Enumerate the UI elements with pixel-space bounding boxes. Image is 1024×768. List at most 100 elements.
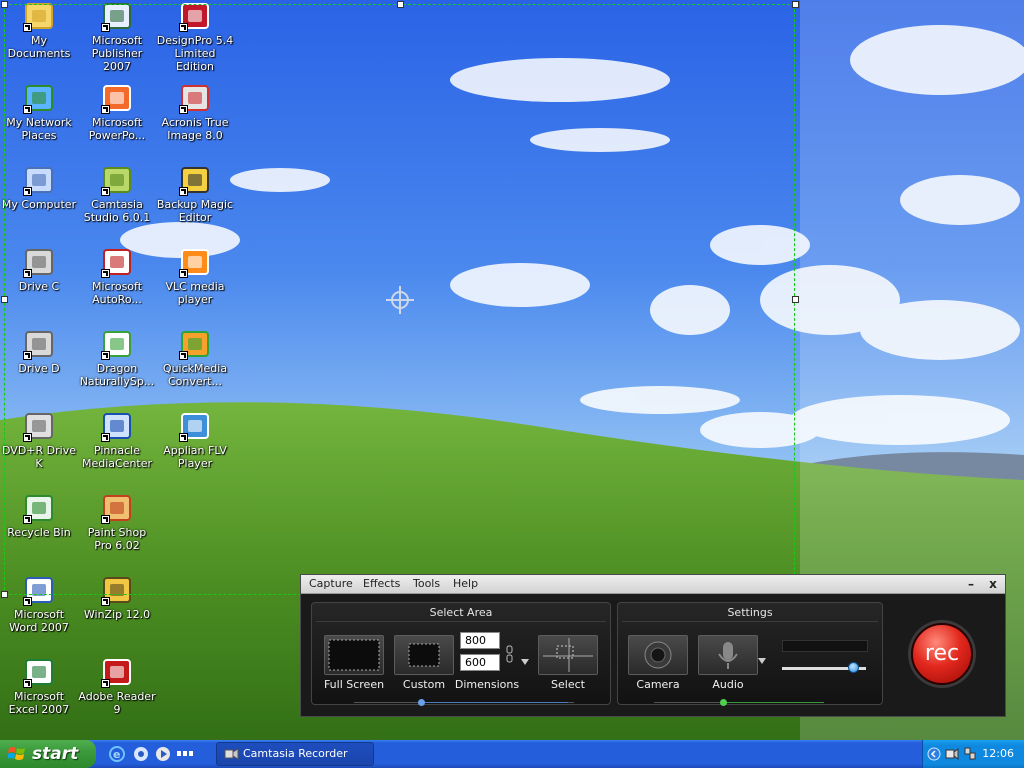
backup-icon (179, 164, 211, 196)
desktop-icon-label: My Documents (7, 34, 71, 60)
desktop-icon[interactable]: Backup Magic Editor (156, 164, 234, 242)
desktop-icon[interactable]: VLC media player (156, 246, 234, 324)
camera-label: Camera (636, 678, 680, 691)
tray-camtasia-icon[interactable] (945, 747, 959, 761)
desktop-icon-label: Microsoft PowerPo... (88, 116, 146, 142)
desktop-icon[interactable]: Microsoft Word 2007 (0, 574, 78, 652)
desktop-icon[interactable]: Microsoft Excel 2007 (0, 656, 78, 734)
resize-handle-right[interactable] (792, 296, 799, 303)
resize-handle-top-right[interactable] (792, 1, 799, 8)
custom-button[interactable]: Custom (394, 635, 454, 691)
resize-handle-top[interactable] (397, 1, 404, 8)
internet-explorer-icon[interactable]: e (108, 745, 126, 763)
move-crosshair-icon[interactable] (386, 286, 414, 314)
resize-handle-bottom-left[interactable] (1, 591, 8, 598)
desktop-icon-label: Acronis True Image 8.0 (161, 116, 229, 142)
desktop-icon[interactable]: Acronis True Image 8.0 (156, 82, 234, 160)
tray-clock[interactable]: 12:06 (982, 740, 1014, 768)
select-area-dot[interactable] (418, 699, 425, 706)
taskbar-camtasia-recorder[interactable]: Camtasia Recorder (216, 742, 374, 766)
audio-label: Audio (712, 678, 744, 691)
desktop-icon[interactable]: My Network Places (0, 82, 78, 160)
select-label: Select (551, 678, 585, 691)
shortcut-arrow-icon (101, 597, 110, 606)
desktop-icon[interactable]: Drive C (0, 246, 78, 324)
desktop-icon[interactable]: Paint Shop Pro 6.02 (78, 492, 156, 570)
shortcut-arrow-icon (179, 105, 188, 114)
desktop-icon[interactable]: Dragon NaturallySp... (78, 328, 156, 406)
paintshop-icon (101, 492, 133, 524)
custom-icon (394, 635, 454, 675)
audio-volume-knob[interactable] (848, 662, 860, 673)
shortcut-arrow-icon (23, 187, 32, 196)
desktop-icon[interactable]: Camtasia Studio 6.0.1 (78, 164, 156, 242)
dimensions-label: Dimensions (454, 678, 520, 691)
shortcut-arrow-icon (23, 597, 32, 606)
shortcut-arrow-icon (179, 187, 188, 196)
minimize-button[interactable]: – (963, 575, 979, 593)
audio-dropdown-icon[interactable] (758, 658, 766, 664)
record-button[interactable]: rec (911, 623, 973, 685)
quickmedia-icon (179, 328, 211, 360)
height-input[interactable] (460, 654, 500, 671)
adobe-reader-icon (101, 656, 133, 688)
taskbar-button-label: Camtasia Recorder (243, 747, 348, 760)
desktop-icon[interactable]: Microsoft Publisher 2007 (78, 0, 156, 78)
audio-volume-slider[interactable] (782, 662, 866, 673)
desktop-icon[interactable]: My Documents (0, 0, 78, 78)
desktop-icon[interactable]: Pinnacle MediaCenter (78, 410, 156, 488)
desktop-icon[interactable]: Microsoft PowerPo... (78, 82, 156, 160)
menu-help[interactable]: Help (447, 577, 484, 590)
desktop-icon[interactable]: Microsoft AutoRo... (78, 246, 156, 324)
windows-logo-icon (8, 747, 25, 760)
desktop-icon-label: Drive C (18, 280, 60, 293)
dimensions-dropdown-icon[interactable] (521, 659, 529, 665)
audio-level-meter (782, 640, 868, 652)
audio-button[interactable]: Audio (698, 635, 758, 691)
desktop-icon[interactable]: My Computer (0, 164, 78, 242)
webcam-icon (644, 641, 672, 669)
bbc-icon[interactable] (176, 745, 194, 763)
start-button[interactable]: start (0, 740, 96, 768)
shortcut-arrow-icon (179, 433, 188, 442)
winzip-icon (101, 574, 133, 606)
select-area-track-active (422, 702, 568, 703)
tray-arrow-icon[interactable] (927, 747, 941, 761)
media-player-icon[interactable] (154, 745, 172, 763)
desktop-icon-label: Adobe Reader 9 (78, 690, 156, 716)
select-button[interactable]: Select (538, 635, 598, 691)
width-input[interactable] (460, 632, 500, 649)
menu-tools[interactable]: Tools (407, 577, 446, 590)
desktop-icon[interactable]: QuickMedia Convert... (156, 328, 234, 406)
resize-handle-top-left[interactable] (1, 1, 8, 8)
desktop-icon[interactable]: WinZip 12.0 (78, 574, 156, 652)
tray-network-icon[interactable] (963, 747, 977, 761)
word-icon (23, 574, 55, 606)
menu-capture[interactable]: Capture (303, 577, 359, 590)
svg-text:e: e (113, 748, 120, 761)
desktop-icon[interactable]: Adobe Reader 9 (78, 656, 156, 734)
shortcut-arrow-icon (179, 23, 188, 32)
desktop-icon-label: Microsoft Word 2007 (9, 608, 69, 634)
desktop-icon-label: Microsoft Publisher 2007 (91, 34, 143, 73)
taskbar: start e Camtasia Recorder 12:06 (0, 740, 1024, 768)
close-button[interactable]: x (985, 575, 1001, 593)
desktop-icon-label: My Network Places (6, 116, 72, 142)
desktop-icon[interactable]: Drive D (0, 328, 78, 406)
settings-dot[interactable] (720, 699, 727, 706)
settings-title: Settings (727, 606, 773, 619)
full-screen-button[interactable]: Full Screen (324, 635, 384, 691)
acronis-icon (179, 82, 211, 114)
desktop-icon[interactable]: Recycle Bin (0, 492, 78, 570)
media-center-icon[interactable] (132, 745, 150, 763)
desktop-icon[interactable]: DVD+R Drive K (0, 410, 78, 488)
camera-button[interactable]: Camera (628, 635, 688, 691)
pinnacle-icon (101, 410, 133, 442)
resize-handle-left[interactable] (1, 296, 8, 303)
desktop-icon[interactable]: Applian FLV Player (156, 410, 234, 488)
shortcut-arrow-icon (101, 515, 110, 524)
desktop-icon[interactable]: DesignPro 5.4 Limited Edition (156, 0, 234, 78)
menu-effects[interactable]: Effects (357, 577, 406, 590)
lock-aspect-link-icon[interactable] (506, 645, 514, 663)
settings-group: Settings Camera Audio (617, 602, 883, 706)
